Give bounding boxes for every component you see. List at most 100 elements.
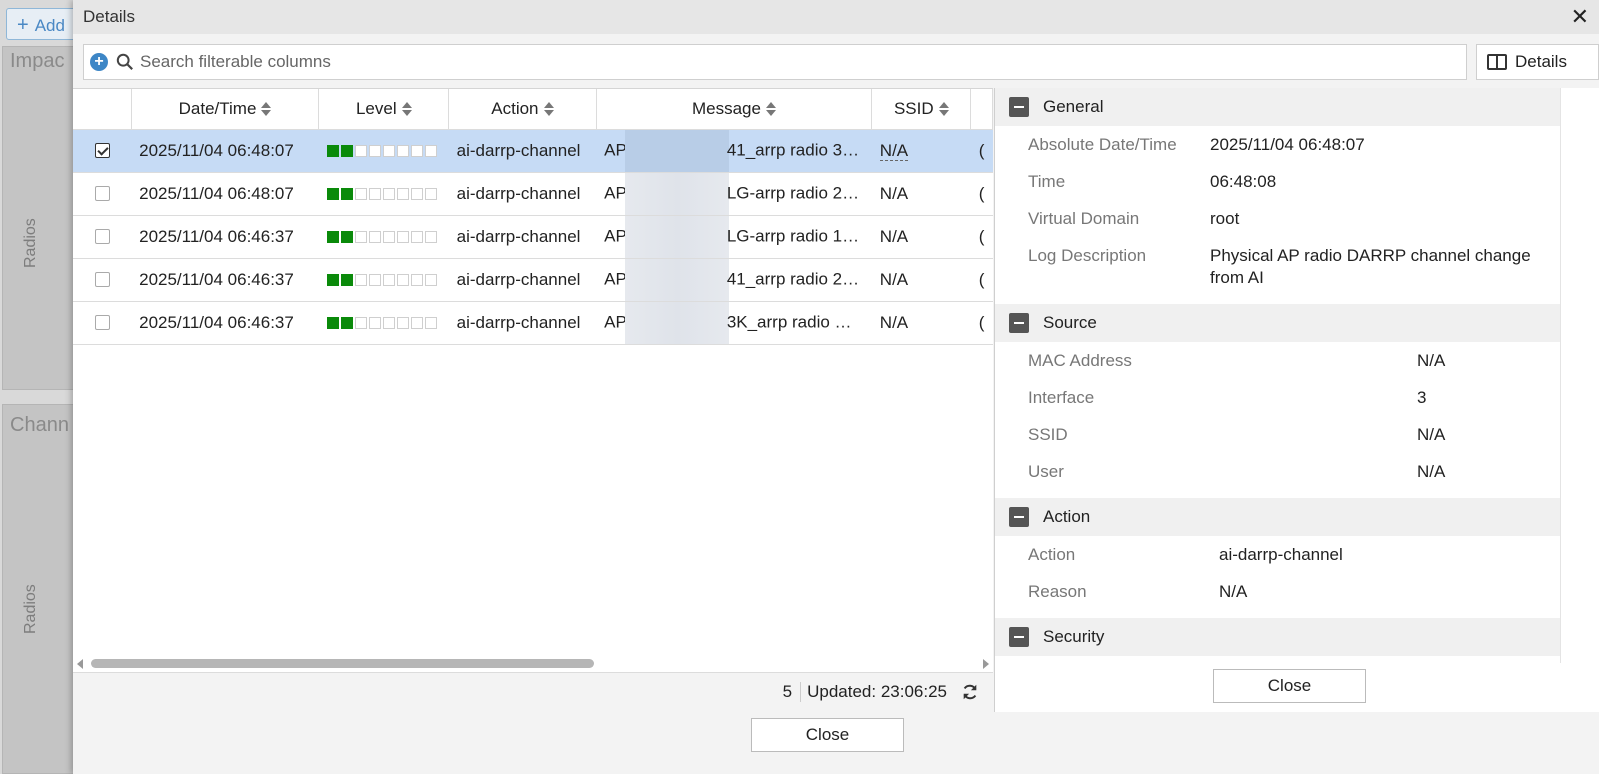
scroll-left-icon[interactable] — [77, 659, 83, 669]
table-footer: 5 Updated: 23:06:25 — [73, 672, 993, 710]
horizontal-scrollbar[interactable] — [73, 656, 993, 670]
detail-key: Virtual Domain — [1028, 209, 1140, 228]
redacted-text — [624, 172, 729, 214]
detail-value: 3 — [1417, 388, 1427, 407]
table-row[interactable]: 2025/11/04 06:48:07 ai-darrp-channel AP 41_… — [73, 129, 993, 173]
section-security-header[interactable]: Security — [995, 618, 1560, 656]
action-section: Action ai-darrp-channel Reason N/A — [995, 544, 1560, 603]
row-checkbox-cell[interactable] — [73, 301, 132, 345]
extra-cell: ( — [970, 129, 993, 173]
column-header-level[interactable]: Level — [318, 89, 450, 130]
table-row[interactable]: 2025/11/04 06:46:37 ai-darrp-channel AP 3K_… — [73, 301, 993, 345]
ssid-cell: N/A — [871, 215, 971, 259]
detail-key: User — [1028, 462, 1064, 481]
details-close-button[interactable]: Close — [1213, 669, 1366, 703]
row-checkbox[interactable] — [94, 186, 110, 201]
row-checkbox[interactable] — [94, 272, 110, 287]
log-table-grid: Date/Time Level Action Message SSID 2025… — [73, 89, 993, 345]
detail-key: Action — [1028, 545, 1076, 564]
ssid-cell: N/A — [871, 129, 971, 173]
table-row[interactable]: 2025/11/04 06:46:37 ai-darrp-channel AP LG-… — [73, 215, 993, 259]
refresh-icon[interactable] — [961, 683, 979, 701]
radios-axis-label: Radios — [22, 584, 39, 634]
action-cell: ai-darrp-channel — [448, 258, 597, 302]
detail-key: Time — [1028, 172, 1066, 191]
sort-icon — [765, 102, 776, 117]
detail-key: Log Description — [1028, 246, 1147, 265]
sort-icon — [543, 102, 554, 117]
table-row[interactable]: 2025/11/04 06:46:37 ai-darrp-channel AP 41_… — [73, 258, 993, 302]
section-source-header[interactable]: Source — [995, 304, 1560, 342]
datetime-cell: 2025/11/04 06:46:37 — [131, 215, 319, 259]
columns-icon — [1487, 54, 1507, 70]
message-cell: AP LG-arrp radio 1… — [596, 215, 872, 259]
row-checkbox-cell[interactable] — [73, 172, 132, 216]
detail-row: Action ai-darrp-channel — [995, 544, 1560, 566]
table-row[interactable]: 2025/11/04 06:48:07 ai-darrp-channel AP LG-… — [73, 172, 993, 216]
panel-divider — [1560, 88, 1561, 663]
collapse-icon[interactable] — [1009, 97, 1029, 117]
action-cell: ai-darrp-channel — [448, 215, 597, 259]
close-icon[interactable]: ✕ — [1571, 4, 1589, 30]
action-cell: ai-darrp-channel — [448, 129, 597, 173]
detail-row: MAC Address N/A — [995, 350, 1560, 372]
modal-title: Details — [83, 7, 135, 26]
action-cell: ai-darrp-channel — [448, 301, 597, 345]
details-scroll-area: General Absolute Date/Time 2025/11/04 06:… — [995, 88, 1560, 663]
row-checkbox-cell[interactable] — [73, 215, 132, 259]
collapse-icon[interactable] — [1009, 627, 1029, 647]
redacted-text — [624, 129, 729, 171]
redacted-text — [624, 258, 729, 300]
ssid-cell: N/A — [871, 172, 971, 216]
details-panel: General Absolute Date/Time 2025/11/04 06:… — [994, 88, 1599, 712]
redacted-text — [624, 215, 729, 257]
detail-value: root — [1210, 209, 1240, 228]
detail-value: 06:48:08 — [1210, 172, 1277, 191]
collapse-icon[interactable] — [1009, 313, 1029, 333]
collapse-icon[interactable] — [1009, 507, 1029, 527]
channel-panel — [2, 404, 78, 774]
column-header-message[interactable]: Message — [596, 89, 873, 130]
row-checkbox[interactable] — [94, 315, 110, 330]
modal-close-button[interactable]: Close — [751, 718, 904, 752]
level-cell — [318, 258, 449, 302]
row-checkbox[interactable] — [94, 229, 110, 244]
scroll-right-icon[interactable] — [983, 659, 989, 669]
table-header-row: Date/Time Level Action Message SSID — [73, 89, 993, 130]
search-bar: + — [83, 44, 1467, 80]
level-indicator — [326, 316, 441, 329]
section-action-header[interactable]: Action — [995, 498, 1560, 536]
datetime-cell: 2025/11/04 06:48:07 — [131, 129, 319, 173]
log-table: Date/Time Level Action Message SSID 2025… — [73, 88, 993, 672]
row-checkbox[interactable] — [94, 143, 110, 158]
search-input[interactable] — [140, 52, 1466, 72]
detail-row: User N/A — [995, 461, 1560, 483]
select-all-header[interactable] — [73, 89, 132, 130]
datetime-cell: 2025/11/04 06:46:37 — [131, 258, 319, 302]
sort-icon — [401, 102, 412, 117]
detail-row: Time 06:48:08 — [995, 171, 1560, 193]
scrollbar-thumb[interactable] — [91, 659, 594, 668]
source-section: MAC Address N/A Interface 3 SSID N/A User N/A — [995, 350, 1560, 483]
column-header-ssid[interactable]: SSID — [871, 89, 972, 130]
column-header-action[interactable]: Action — [448, 89, 597, 130]
extra-cell: ( — [970, 258, 993, 302]
column-header-extra[interactable] — [970, 89, 993, 130]
detail-value: 2025/11/04 06:48:07 — [1210, 135, 1365, 154]
row-checkbox-cell[interactable] — [73, 129, 132, 173]
detail-value: N/A — [1417, 351, 1446, 370]
add-filter-icon[interactable]: + — [90, 53, 108, 71]
detail-row: Virtual Domain root — [995, 208, 1560, 230]
detail-key: Interface — [1028, 388, 1095, 407]
column-header-datetime[interactable]: Date/Time — [131, 89, 320, 130]
row-checkbox-cell[interactable] — [73, 258, 132, 302]
message-cell: AP LG-arrp radio 2… — [596, 172, 872, 216]
level-indicator — [326, 273, 441, 286]
sort-icon — [261, 102, 272, 117]
section-general-header[interactable]: General — [995, 88, 1560, 126]
datetime-cell: 2025/11/04 06:48:07 — [131, 172, 319, 216]
detail-value: N/A — [1417, 462, 1446, 481]
details-toggle-button[interactable]: Details — [1476, 44, 1599, 80]
extra-cell: ( — [970, 215, 993, 259]
message-cell: AP 41_arrp radio 2… — [596, 258, 872, 302]
